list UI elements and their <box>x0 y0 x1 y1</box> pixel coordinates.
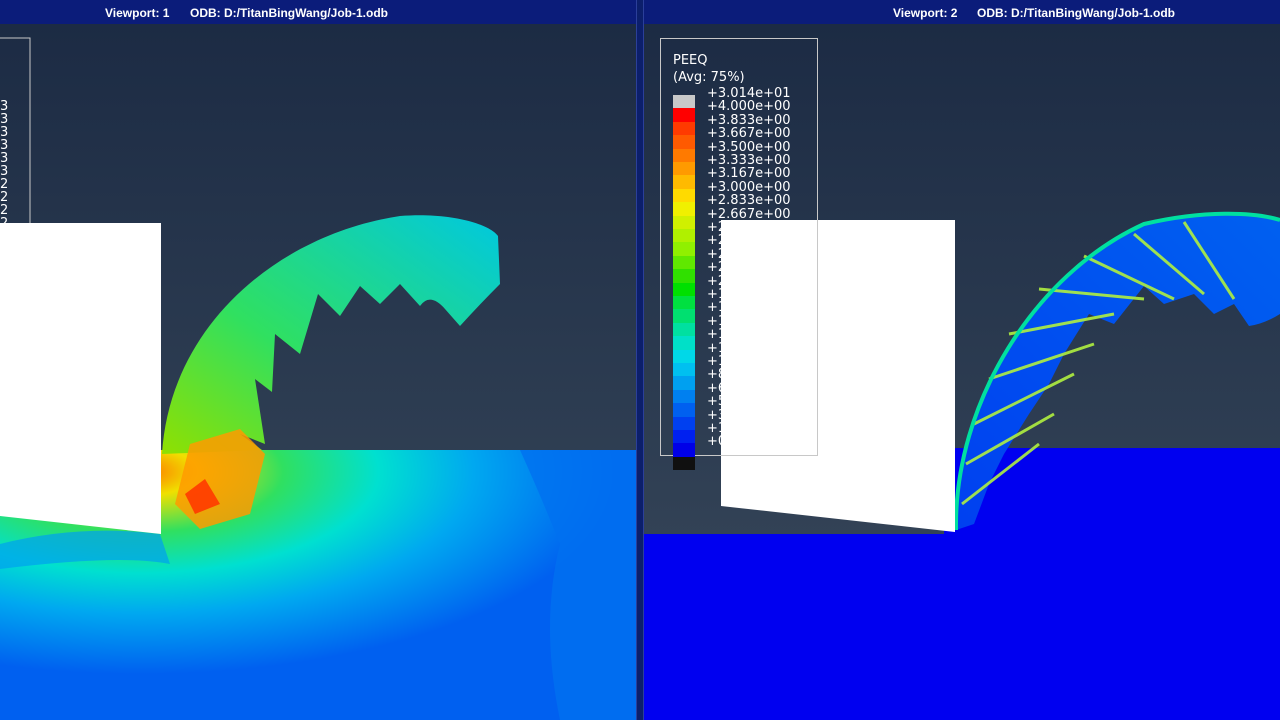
legend-color-swatch <box>673 255 695 270</box>
legend-color-swatch <box>673 309 695 323</box>
legend-color-swatch <box>673 389 695 404</box>
legend-label: +3.014e+01 <box>707 86 791 101</box>
viewport-divider[interactable] <box>636 0 644 720</box>
legend-label: +0 <box>707 434 727 450</box>
viewport-1-canvas[interactable]: 3 3 3 3 3 3 2 2 2 2 <box>0 24 636 720</box>
legend-title: PEEQ <box>673 53 708 68</box>
legend-label: +1 <box>707 327 727 343</box>
viewport-2-label: Viewport: 2 <box>893 6 958 20</box>
legend-label: +1 <box>707 313 727 329</box>
viewport-1-scene: 3 3 3 3 3 3 2 2 2 2 <box>0 24 636 720</box>
viewport-1-odb-path: ODB: D:/TitanBingWang/Job-1.odb <box>190 6 388 20</box>
legend-label: +2.667e+00 <box>707 206 791 222</box>
legend-color-swatch <box>673 336 695 350</box>
viewport-1-cutting-tool <box>0 223 161 534</box>
legend-label: +2 <box>707 273 727 289</box>
legend-label: +4.000e+00 <box>707 99 791 115</box>
legend-color-swatch <box>673 242 695 256</box>
legend-color-swatch <box>673 175 695 189</box>
legend-label: +1 <box>707 287 727 302</box>
legend-color-swatch <box>673 148 695 162</box>
legend-label: +3.667e+00 <box>707 126 791 142</box>
legend-color-swatch <box>673 376 695 390</box>
legend-color-swatch <box>673 135 695 149</box>
viewport-2-canvas[interactable]: PEEQ (Avg: 75%) +3.014e+01 +4.000e+00 +3.8… <box>644 24 1280 720</box>
viewport-2-title-bar[interactable]: Viewport: 2 ODB: D:/TitanBingWang/Job-1.… <box>644 0 1280 24</box>
legend-label: +2 <box>707 220 727 235</box>
legend-label: +3.500e+00 <box>707 139 791 155</box>
legend-color-swatch <box>673 108 695 122</box>
viewport-2-workpiece <box>644 534 1280 720</box>
legend-color-swatch <box>673 416 695 430</box>
legend-subtitle: (Avg: 75%) <box>673 70 745 85</box>
legend-label: +8 <box>707 367 727 383</box>
peeq-legend[interactable]: PEEQ (Avg: 75%) +3.014e+01 +4.000e+00 +3.8… <box>660 38 818 471</box>
legend-color-swatch <box>673 363 695 377</box>
legend-color-swatch <box>673 443 695 457</box>
legend-color-swatch <box>673 349 695 363</box>
legend-color-swatch <box>673 229 695 243</box>
legend-label: +3.167e+00 <box>707 166 791 182</box>
legend-label: +1 <box>707 340 727 356</box>
legend-label: +6 <box>707 380 727 396</box>
legend-color-swatch <box>673 296 695 310</box>
legend-color-swatch <box>673 162 695 176</box>
legend-color-swatch <box>673 403 695 417</box>
legend-label: +3 <box>707 407 727 423</box>
legend-label: +3.000e+00 <box>707 179 791 195</box>
legend-color-swatch <box>673 202 695 216</box>
legend-color-swatch <box>673 188 695 203</box>
legend-color-swatch <box>673 215 695 229</box>
legend-label: +2 <box>707 246 727 262</box>
legend-color-swatch <box>673 322 695 337</box>
legend-color-swatch <box>673 456 695 471</box>
legend-label: +2 <box>707 260 727 276</box>
legend-color-swatch <box>673 95 695 109</box>
legend-color-swatch <box>673 430 695 444</box>
legend-label: +1 <box>707 421 727 436</box>
viewport-2-odb-path: ODB: D:/TitanBingWang/Job-1.odb <box>977 6 1175 20</box>
legend-label: +5 <box>707 394 727 410</box>
legend-color-swatch <box>673 121 695 136</box>
legend-color-swatch <box>673 282 695 296</box>
legend-color-swatch <box>673 269 695 283</box>
legend-label: +1 <box>707 354 727 369</box>
legend-label: +3.833e+00 <box>707 112 791 128</box>
viewport-1[interactable]: Viewport: 1 ODB: D:/TitanBingWang/Job-1.… <box>0 0 636 720</box>
viewport-1-label: Viewport: 1 <box>105 6 170 20</box>
legend-label: +2.833e+00 <box>707 193 791 209</box>
legend-label: +2 <box>707 233 727 249</box>
legend-label: +3.333e+00 <box>707 153 791 168</box>
viewport-2[interactable]: Viewport: 2 ODB: D:/TitanBingWang/Job-1.… <box>644 0 1280 720</box>
legend-label: +1 <box>707 300 727 316</box>
viewport-1-legend-fragment: 3 3 3 3 3 3 2 2 2 2 <box>0 99 8 231</box>
viewport-1-title-bar[interactable]: Viewport: 1 ODB: D:/TitanBingWang/Job-1.… <box>0 0 636 24</box>
